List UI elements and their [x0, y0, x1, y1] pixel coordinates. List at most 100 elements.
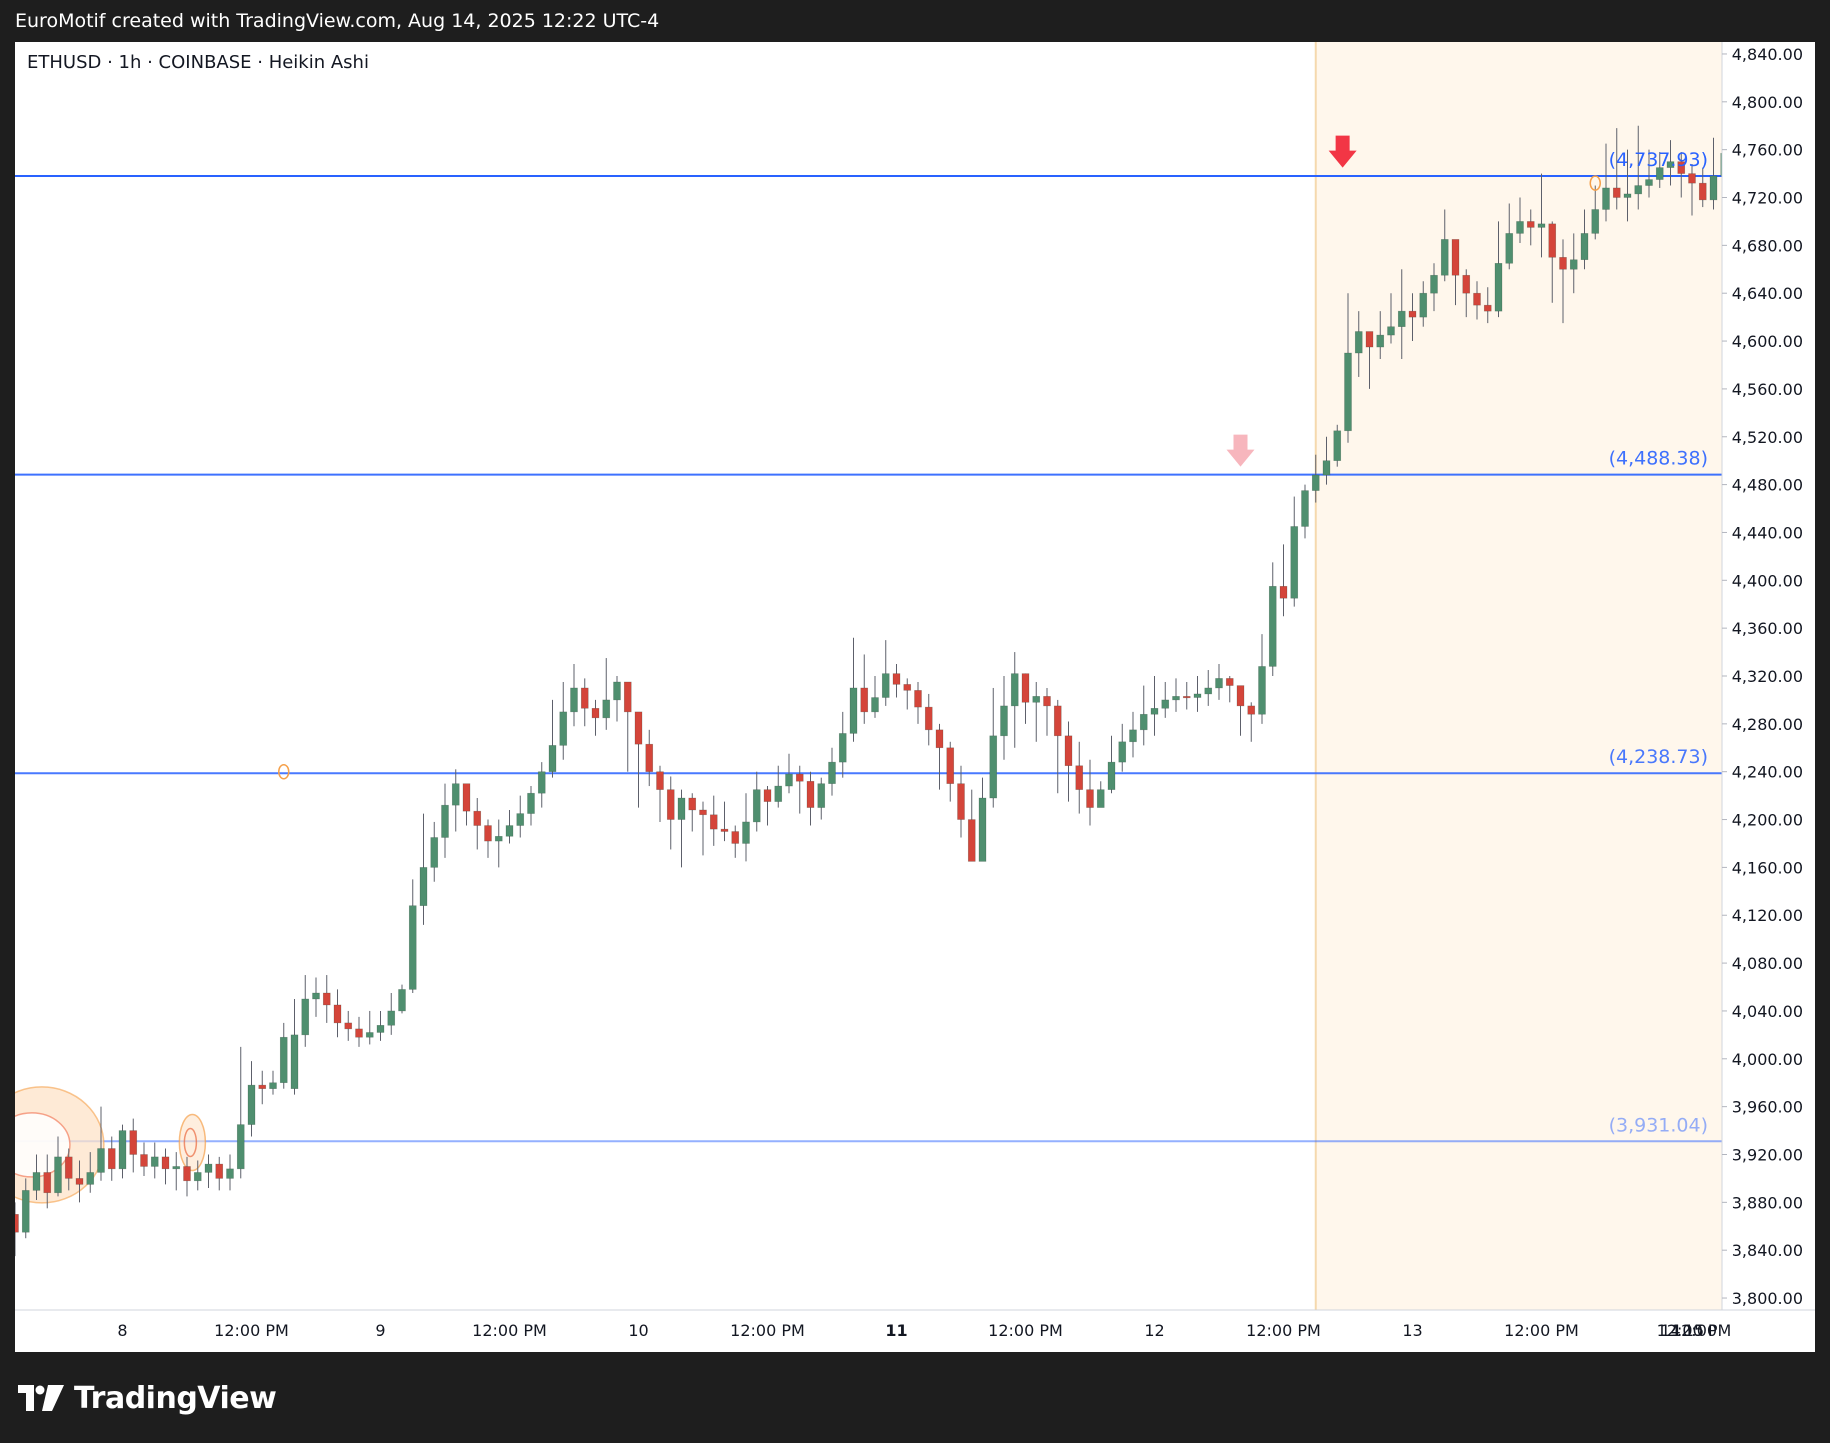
- sell-arrow-faded-icon[interactable]: [1226, 434, 1255, 467]
- candle[interactable]: [236, 1046, 245, 1179]
- candle[interactable]: [204, 1154, 213, 1188]
- candle[interactable]: [989, 687, 998, 808]
- candle[interactable]: [430, 821, 439, 882]
- candle[interactable]: [580, 678, 589, 727]
- candle[interactable]: [1215, 664, 1223, 700]
- candle[interactable]: [1053, 699, 1062, 794]
- candle[interactable]: [150, 1142, 159, 1179]
- candle[interactable]: [1247, 702, 1256, 742]
- candle[interactable]: [527, 786, 535, 826]
- candle[interactable]: [387, 993, 396, 1035]
- candle[interactable]: [1096, 781, 1105, 808]
- candle[interactable]: [215, 1156, 224, 1191]
- candle[interactable]: [247, 1061, 256, 1137]
- candle[interactable]: [1204, 670, 1213, 706]
- candle[interactable]: [1043, 687, 1051, 736]
- candle[interactable]: [355, 1016, 363, 1047]
- candle[interactable]: [279, 1022, 288, 1089]
- candle[interactable]: [301, 975, 310, 1047]
- candle[interactable]: [623, 681, 632, 772]
- candle[interactable]: [634, 711, 643, 808]
- candle[interactable]: [398, 984, 406, 1014]
- candle[interactable]: [172, 1152, 181, 1191]
- candle[interactable]: [871, 676, 879, 718]
- candle[interactable]: [591, 699, 600, 736]
- candle[interactable]: [774, 765, 783, 808]
- candle[interactable]: [978, 777, 987, 862]
- candle[interactable]: [763, 786, 772, 826]
- candle[interactable]: [892, 664, 901, 698]
- candle[interactable]: [849, 637, 858, 742]
- candle[interactable]: [1301, 484, 1309, 539]
- candle[interactable]: [752, 771, 761, 832]
- candle[interactable]: [817, 777, 826, 820]
- candle[interactable]: [494, 819, 503, 868]
- candle[interactable]: [505, 809, 514, 844]
- candle[interactable]: [1268, 562, 1277, 676]
- candle[interactable]: [731, 825, 740, 858]
- candle[interactable]: [699, 801, 707, 856]
- candle[interactable]: [677, 789, 686, 868]
- candle[interactable]: [441, 783, 449, 858]
- candle[interactable]: [860, 654, 869, 724]
- candle[interactable]: [1075, 741, 1084, 814]
- candle[interactable]: [1010, 652, 1019, 748]
- candle[interactable]: [1258, 634, 1266, 724]
- candle[interactable]: [1032, 681, 1041, 742]
- candle[interactable]: [720, 801, 729, 842]
- candle[interactable]: [473, 798, 482, 850]
- candle[interactable]: [1086, 759, 1094, 826]
- candle[interactable]: [290, 998, 299, 1095]
- candle[interactable]: [1182, 681, 1191, 710]
- candle[interactable]: [269, 1070, 277, 1095]
- candle[interactable]: [451, 769, 460, 832]
- candle[interactable]: [161, 1148, 170, 1185]
- candle[interactable]: [742, 793, 750, 862]
- candle[interactable]: [935, 723, 944, 790]
- candle[interactable]: [419, 813, 428, 925]
- candle[interactable]: [924, 693, 933, 746]
- candle[interactable]: [1290, 496, 1299, 607]
- candle[interactable]: [914, 681, 922, 724]
- candle[interactable]: [1107, 735, 1116, 794]
- candle[interactable]: [408, 879, 417, 993]
- candle[interactable]: [1129, 711, 1137, 758]
- tradingview-logo[interactable]: TradingView: [18, 1375, 277, 1421]
- candle[interactable]: [666, 776, 675, 850]
- candle[interactable]: [516, 795, 525, 838]
- candle[interactable]: [376, 1010, 385, 1041]
- candle[interactable]: [1161, 681, 1170, 718]
- candle[interactable]: [537, 762, 546, 808]
- candle[interactable]: [838, 711, 847, 778]
- candle[interactable]: [570, 664, 578, 727]
- candle[interactable]: [957, 765, 965, 838]
- candle[interactable]: [129, 1118, 138, 1173]
- highlight-ellipse[interactable]: [178, 1113, 207, 1172]
- candle[interactable]: [946, 741, 955, 802]
- candle[interactable]: [828, 747, 836, 796]
- candle[interactable]: [226, 1154, 234, 1191]
- candle[interactable]: [118, 1124, 127, 1179]
- candle[interactable]: [688, 793, 697, 832]
- candle[interactable]: [602, 658, 611, 730]
- candle[interactable]: [312, 977, 320, 1017]
- candle[interactable]: [656, 765, 664, 822]
- candle[interactable]: [1064, 721, 1073, 802]
- candle[interactable]: [1225, 676, 1234, 703]
- candle[interactable]: [1172, 678, 1180, 712]
- candle[interactable]: [559, 681, 568, 760]
- candle[interactable]: [709, 795, 718, 846]
- candle[interactable]: [645, 729, 654, 787]
- candle[interactable]: [903, 678, 912, 710]
- candle[interactable]: [1333, 424, 1342, 467]
- candle[interactable]: [613, 676, 621, 722]
- candle[interactable]: [1118, 723, 1127, 772]
- candle[interactable]: [548, 699, 557, 778]
- candle[interactable]: [1236, 685, 1245, 736]
- candle[interactable]: [1021, 673, 1030, 724]
- candle[interactable]: [258, 1070, 267, 1105]
- candle[interactable]: [322, 975, 331, 1023]
- candle[interactable]: [1193, 676, 1202, 712]
- candle[interactable]: [140, 1142, 148, 1177]
- candle[interactable]: [107, 1136, 116, 1181]
